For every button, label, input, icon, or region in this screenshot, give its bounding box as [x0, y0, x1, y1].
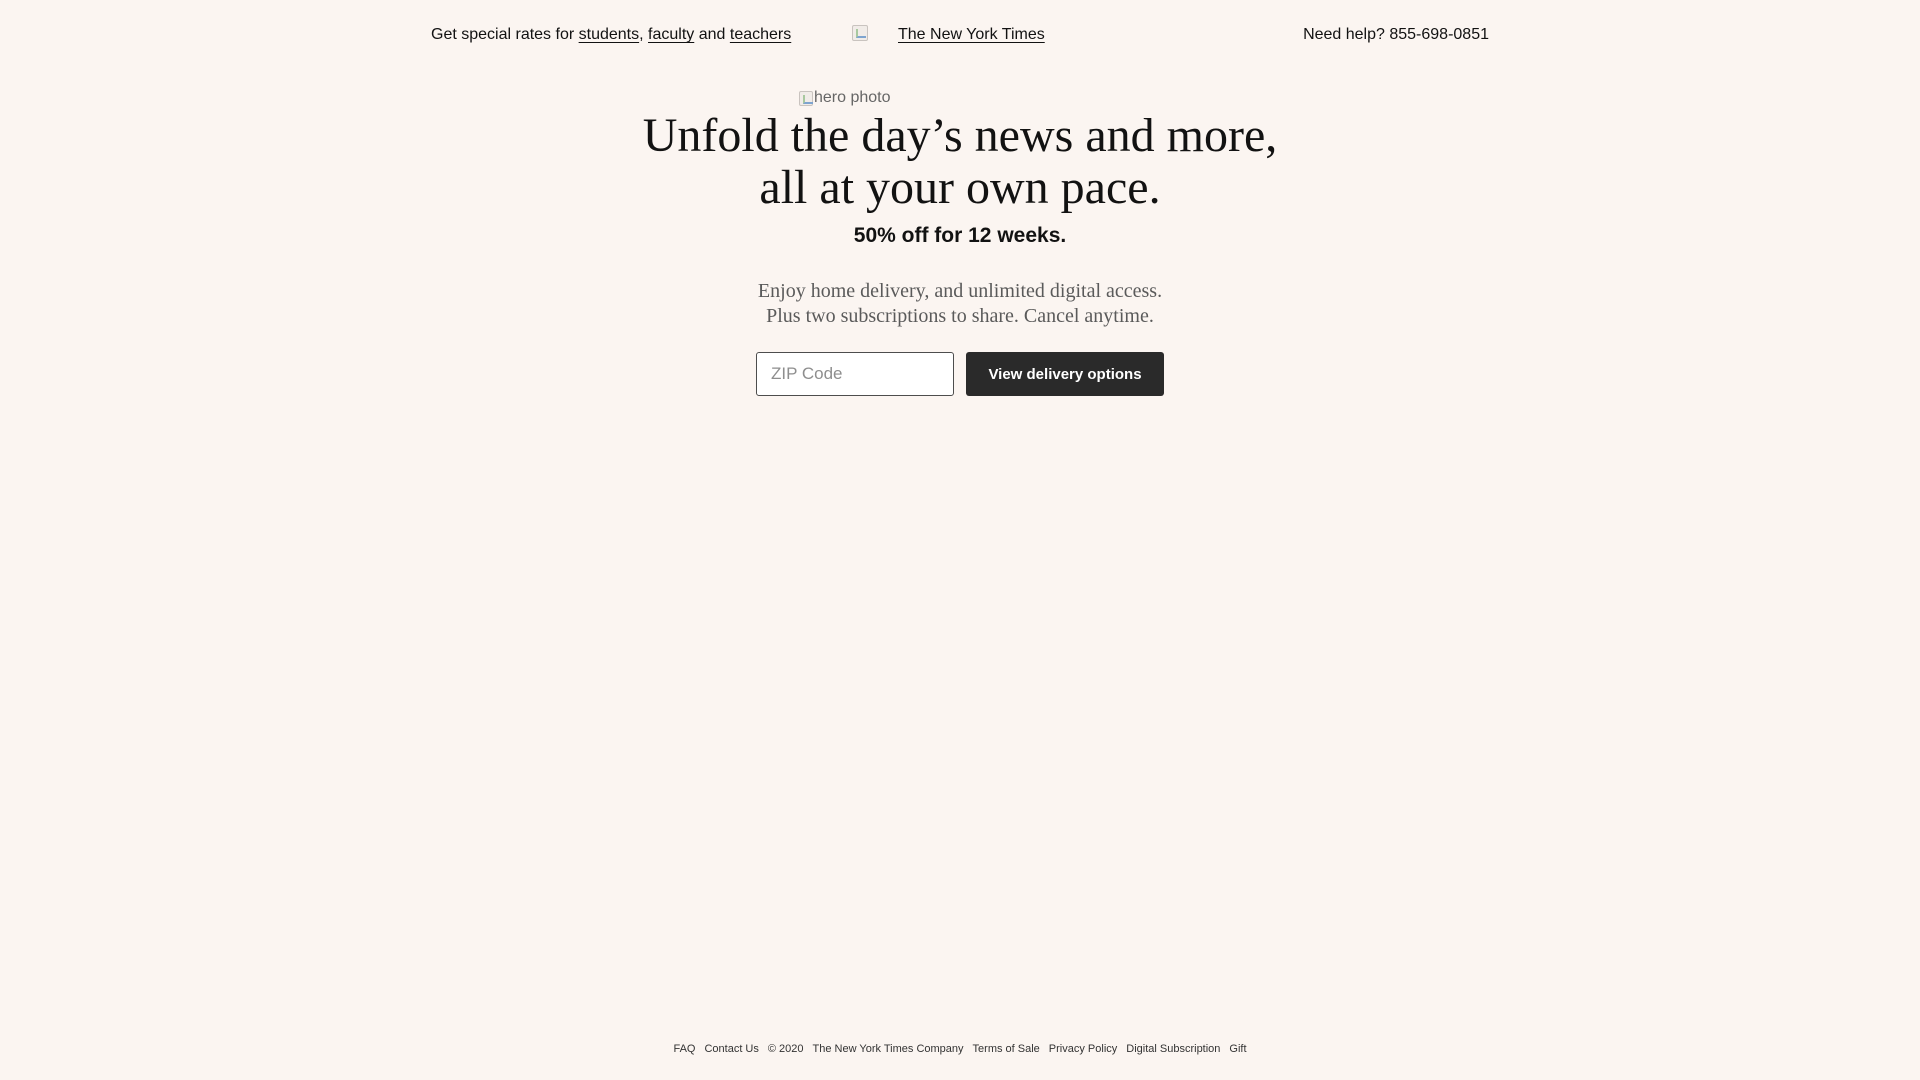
subheading: Enjoy home delivery, and unlimited digit… [560, 279, 1360, 329]
logo: The New York Times [852, 24, 1045, 45]
footer-link-company[interactable]: The New York Times Company [813, 1043, 964, 1055]
zip-code-input[interactable] [756, 352, 954, 396]
view-delivery-options-button[interactable]: View delivery options [966, 352, 1164, 396]
hero-image: hero photo [799, 89, 891, 107]
broken-image-icon [852, 25, 868, 41]
footer: FAQ Contact Us © 2020 The New York Times… [0, 1043, 1920, 1055]
headline-line-1: Unfold the day’s news and more, [642, 109, 1278, 162]
footer-link-gift[interactable]: Gift [1229, 1043, 1246, 1055]
and-text: and [698, 26, 726, 43]
comma-separator: , [639, 26, 644, 43]
nyt-logo-link[interactable]: The New York Times [898, 25, 1045, 45]
teachers-link[interactable]: teachers [730, 26, 791, 43]
subscription-page: Get special rates for students, faculty … [0, 0, 1920, 1080]
help-phone: Need help? 855-698-0851 [1303, 26, 1489, 43]
footer-link-contact[interactable]: Contact Us [704, 1043, 758, 1055]
header: Get special rates for students, faculty … [0, 0, 1920, 70]
subheading-line-1: Enjoy home delivery, and unlimited digit… [757, 280, 1163, 302]
broken-image-icon [799, 91, 813, 106]
footer-link-faq[interactable]: FAQ [673, 1043, 695, 1055]
footer-copyright: © 2020 [767, 1043, 804, 1055]
students-link[interactable]: students [579, 26, 639, 43]
offer-text: 50% off for 12 weeks. [853, 224, 1067, 247]
special-rates-text: Get special rates for students, faculty … [431, 25, 791, 45]
headline-line-2: all at your own pace. [759, 161, 1161, 214]
faculty-link[interactable]: faculty [648, 26, 694, 43]
footer-link-privacy[interactable]: Privacy Policy [1049, 1043, 1117, 1055]
subheading-line-2: Plus two subscriptions to share. Cancel … [766, 305, 1154, 327]
footer-link-digital-subscription[interactable]: Digital Subscription [1126, 1043, 1220, 1055]
headline: Unfold the day’s news and more, all at y… [560, 110, 1360, 214]
rates-prefix: Get special rates for [431, 26, 575, 43]
footer-link-terms[interactable]: Terms of Sale [973, 1043, 1040, 1055]
hero-image-alt-text: hero photo [814, 89, 891, 106]
